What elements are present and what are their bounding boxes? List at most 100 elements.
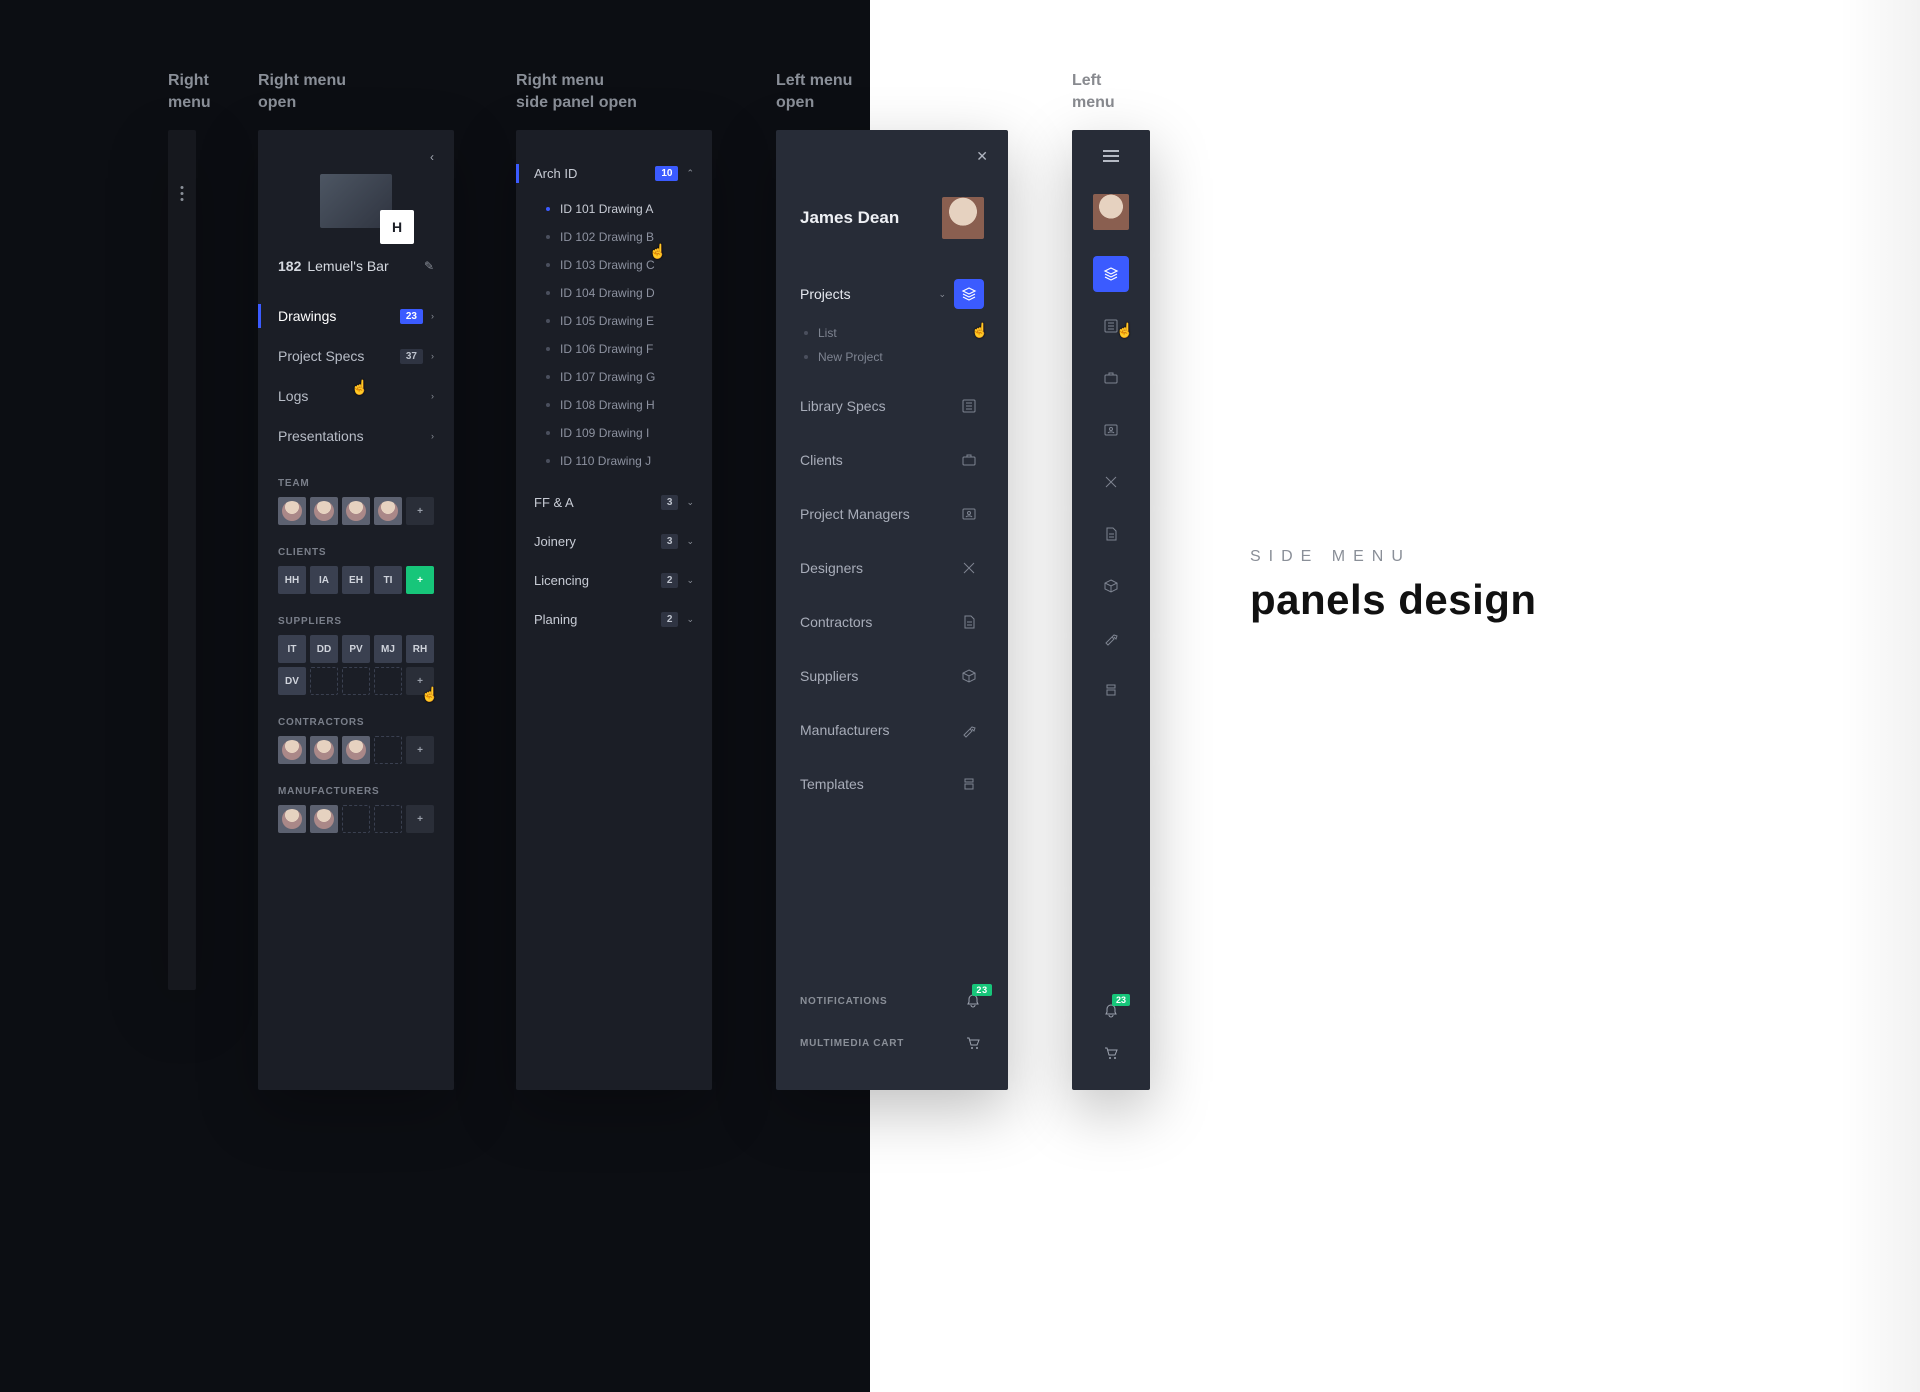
section-ff-a[interactable]: FF & A 3 ⌄ [516, 483, 712, 522]
left-item-projects[interactable]: Projects ⌄ [800, 267, 984, 321]
add-team-member-button[interactable]: + [406, 497, 434, 525]
supplier-chip[interactable]: MJ [374, 635, 402, 663]
nav-item-drawings[interactable]: Drawings 23 › [258, 296, 454, 336]
list-item[interactable]: ID 109 Drawing I [516, 419, 712, 447]
section-joinery[interactable]: Joinery 3 ⌄ [516, 522, 712, 561]
nav-item-presentations[interactable]: Presentations › [258, 416, 454, 456]
contractor-avatar[interactable] [310, 736, 338, 764]
add-manufacturer-button[interactable]: + [406, 805, 434, 833]
list-item[interactable]: ID 110 Drawing J [516, 447, 712, 475]
left-item-label: Library Specs [800, 398, 886, 414]
bell-icon[interactable]: 23 [1100, 1000, 1122, 1022]
left-sub-list[interactable]: List [800, 321, 984, 345]
manufacturer-avatar[interactable] [310, 805, 338, 833]
left-item-templates[interactable]: Templates [800, 757, 984, 811]
left-item-library-specs[interactable]: Library Specs [800, 379, 984, 433]
label-left-menu-open: Left menu open [776, 70, 852, 114]
list-item[interactable]: ID 103 Drawing C [516, 251, 712, 279]
hammer-icon [954, 715, 984, 745]
client-chip[interactable]: HH [278, 566, 306, 594]
avatar[interactable] [1093, 194, 1129, 230]
contractor-avatar[interactable] [278, 736, 306, 764]
list-item[interactable]: ID 108 Drawing H [516, 391, 712, 419]
team-member-avatar[interactable] [278, 497, 306, 525]
template-icon[interactable] [1093, 672, 1129, 708]
manufacturer-avatar[interactable] [278, 805, 306, 833]
cart-icon[interactable] [1100, 1042, 1122, 1064]
left-item-project-managers[interactable]: Project Managers [800, 487, 984, 541]
left-item-suppliers[interactable]: Suppliers [800, 649, 984, 703]
nav-count-badge: 23 [400, 309, 423, 324]
right-menu-open: ‹ H 182 Lemuel's Bar ✎ Drawings 23 › Pro… [258, 130, 454, 1090]
section-arch-id[interactable]: Arch ID 10 ⌃ [516, 154, 712, 193]
list-icon [954, 391, 984, 421]
left-item-label: Designers [800, 560, 863, 576]
client-chip[interactable]: IA [310, 566, 338, 594]
nav-item-project-specs[interactable]: Project Specs 37 › [258, 336, 454, 376]
edit-icon[interactable]: ✎ [424, 259, 434, 273]
hammer-icon[interactable] [1093, 620, 1129, 656]
multimedia-cart-row[interactable]: MULTIMEDIA CART [800, 1022, 984, 1064]
briefcase-icon[interactable] [1093, 360, 1129, 396]
left-item-contractors[interactable]: Contractors [800, 595, 984, 649]
id-card-icon[interactable] [1093, 412, 1129, 448]
team-member-avatar[interactable] [342, 497, 370, 525]
notifications-row[interactable]: NOTIFICATIONS 23 [800, 980, 984, 1022]
layers-icon[interactable] [1093, 256, 1129, 292]
left-item-label: Clients [800, 452, 843, 468]
list-item[interactable]: ID 102 Drawing B [516, 223, 712, 251]
supplier-chip[interactable]: IT [278, 635, 306, 663]
nav-item-logs[interactable]: Logs › [258, 376, 454, 416]
left-item-label: Templates [800, 776, 864, 792]
left-sub-new-project[interactable]: New Project [800, 345, 984, 369]
project-title-row[interactable]: 182 Lemuel's Bar ✎ [258, 250, 454, 292]
section-label: Licencing [534, 573, 589, 588]
label-left-menu: Left menu [1072, 70, 1115, 114]
list-item[interactable]: ID 104 Drawing D [516, 279, 712, 307]
user-name: James Dean [800, 208, 899, 228]
list-item[interactable]: ID 105 Drawing E [516, 307, 712, 335]
close-icon[interactable]: ✕ [976, 148, 988, 165]
chevron-down-icon: ⌄ [938, 289, 946, 300]
group-header-suppliers: SUPPLIERS [258, 598, 454, 635]
empty-slot [374, 736, 402, 764]
add-client-button[interactable]: + [406, 566, 434, 594]
supplier-chip[interactable]: PV [342, 635, 370, 663]
left-menu-collapsed: 23 [1072, 130, 1150, 1090]
add-contractor-button[interactable]: + [406, 736, 434, 764]
client-chip[interactable]: EH [342, 566, 370, 594]
list-item-label: ID 101 Drawing A [560, 202, 653, 216]
left-menu-open: ✕ James Dean Projects ⌄ List New Project… [776, 130, 1008, 1090]
supplier-chip[interactable]: DV [278, 667, 306, 695]
project-thumbnail[interactable]: H [320, 174, 392, 228]
list-item[interactable]: ID 106 Drawing F [516, 335, 712, 363]
team-member-avatar[interactable] [374, 497, 402, 525]
user-row[interactable]: James Dean [776, 173, 1008, 267]
box-icon[interactable] [1093, 568, 1129, 604]
left-item-designers[interactable]: Designers [800, 541, 984, 595]
empty-slot [374, 667, 402, 695]
section-planing[interactable]: Planing 2 ⌄ [516, 600, 712, 639]
list-item[interactable]: ID 101 Drawing A [516, 195, 712, 223]
supplier-chip[interactable]: RH [406, 635, 434, 663]
section-label: FF & A [534, 495, 574, 510]
left-item-manufacturers[interactable]: Manufacturers [800, 703, 984, 757]
back-chevron-icon[interactable]: ‹ [430, 150, 434, 164]
add-supplier-button[interactable]: + [406, 667, 434, 695]
list-icon[interactable] [1093, 308, 1129, 344]
client-chip[interactable]: TI [374, 566, 402, 594]
list-item[interactable]: ID 107 Drawing G [516, 363, 712, 391]
left-item-clients[interactable]: Clients [800, 433, 984, 487]
hamburger-icon[interactable] [1103, 150, 1119, 162]
note-icon[interactable] [1093, 516, 1129, 552]
more-icon[interactable] [181, 186, 184, 201]
empty-slot [310, 667, 338, 695]
chevron-right-icon: › [431, 311, 434, 321]
ruler-icon[interactable] [1093, 464, 1129, 500]
right-menu-collapsed [168, 130, 196, 990]
list-item-label: ID 103 Drawing C [560, 258, 655, 272]
supplier-chip[interactable]: DD [310, 635, 338, 663]
section-licencing[interactable]: Licencing 2 ⌄ [516, 561, 712, 600]
contractor-avatar[interactable] [342, 736, 370, 764]
team-member-avatar[interactable] [310, 497, 338, 525]
